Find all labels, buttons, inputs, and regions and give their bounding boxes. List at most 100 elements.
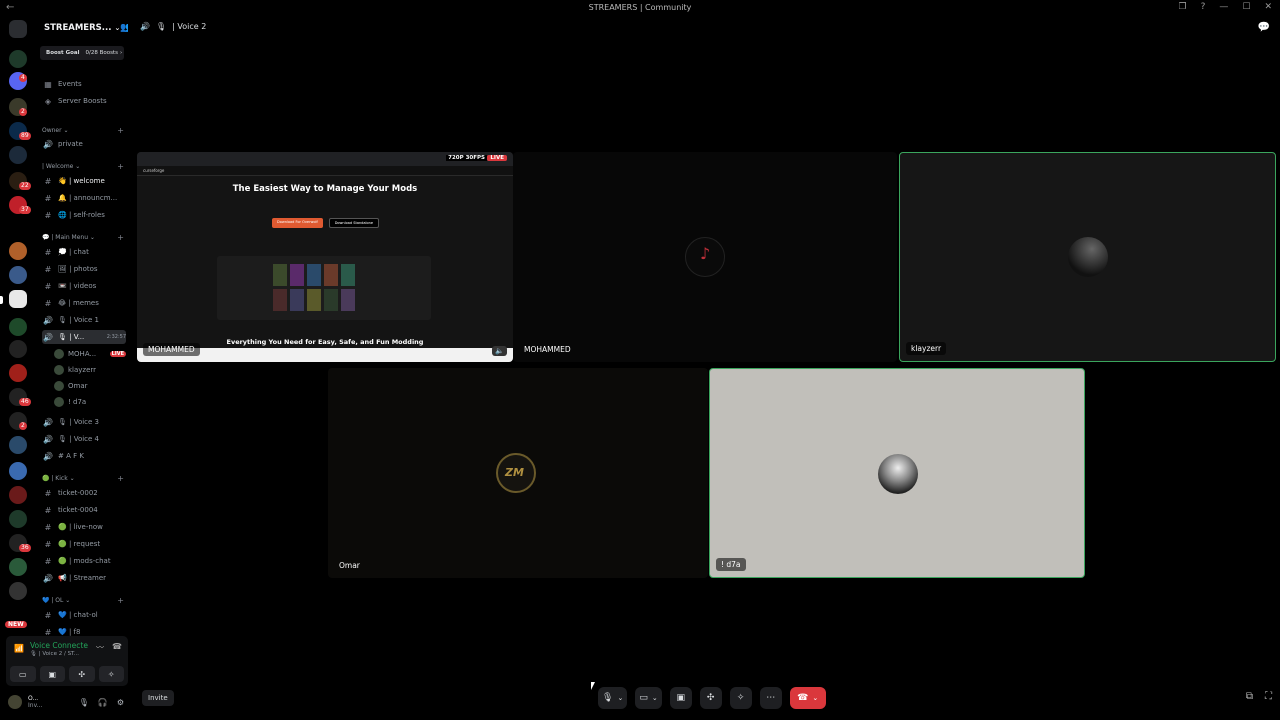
channel-category[interactable]: 💙 | OL ⌄ + <box>42 593 126 607</box>
invite-button[interactable]: Invite <box>142 690 174 706</box>
add-channel-icon[interactable]: + <box>117 162 124 171</box>
user-info[interactable]: O... Inv... <box>28 695 42 709</box>
channel-row[interactable]: # ticket-0004 <box>42 503 126 517</box>
boost-goal-bar[interactable]: Boost Goal 0/28 Boosts › <box>40 46 124 60</box>
channel-row[interactable]: # ticket-0002 <box>42 486 126 500</box>
server-icon[interactable] <box>9 510 27 528</box>
add-channel-icon[interactable]: + <box>117 596 124 605</box>
participant-tile[interactable]: ! d7a <box>709 368 1085 578</box>
headphones-icon[interactable]: 🎧 <box>98 698 108 707</box>
popout-icon[interactable]: ⧉ <box>1246 691 1253 702</box>
channel-category[interactable]: Owner ⌄ + <box>42 123 126 137</box>
server-header[interactable]: STREAMERS... ⌄ 👥 <box>36 16 128 40</box>
add-channel-icon[interactable]: + <box>117 233 124 242</box>
channel-row[interactable]: 🔊 🎙 | Voice 1 <box>42 313 126 327</box>
more-options-button[interactable]: ⋯ <box>759 687 782 709</box>
microphone-icon[interactable]: 🎙 <box>79 698 89 707</box>
screen-share-button[interactable]: ▣ <box>669 687 692 709</box>
live-badge: LIVE <box>487 155 507 161</box>
camera-toggle-button[interactable]: ▭ <box>10 666 36 682</box>
channel-row[interactable]: # 👋 | welcome <box>42 174 126 188</box>
voice-user-row[interactable]: MOHA... LIVE <box>42 347 126 361</box>
maximize-button[interactable]: ☐ <box>1242 2 1250 12</box>
screen-share-button[interactable]: ▣ <box>39 666 65 682</box>
avatar <box>54 365 64 375</box>
avatar[interactable] <box>8 695 22 709</box>
server-icon[interactable] <box>9 318 27 336</box>
chevron-up-icon: ⌄ <box>617 694 624 702</box>
close-button[interactable]: ✕ <box>1264 2 1272 12</box>
server-icon[interactable] <box>9 50 27 68</box>
channel-row[interactable]: 🔊 🎙 | V... 2:32:57 <box>42 330 126 344</box>
channel-category[interactable]: 💬 | Main Menu ⌄ + <box>42 230 126 244</box>
server-icon[interactable] <box>9 582 27 600</box>
mouse-cursor <box>591 682 595 690</box>
hash-icon: # <box>44 539 52 549</box>
channel-row[interactable]: # 💙 | f8 <box>42 625 126 637</box>
participant-tile[interactable]: ZM Omar <box>328 368 708 578</box>
server-icon[interactable] <box>9 462 27 480</box>
add-channel-icon[interactable]: + <box>117 474 124 483</box>
boost-goal-label: Boost Goal <box>46 50 80 56</box>
server-icon[interactable] <box>9 436 27 454</box>
channel-category[interactable]: 🟢 | Kick ⌄ + <box>42 471 126 485</box>
minimize-button[interactable]: — <box>1219 2 1228 12</box>
channel-row[interactable]: # 💙 | chat-ol <box>42 608 126 622</box>
channel-row[interactable]: # 🟢 | live-now <box>42 520 126 534</box>
voice-user-row[interactable]: ! d7a <box>42 395 126 409</box>
hash-icon: # <box>44 264 52 274</box>
activities-button[interactable]: ✣ <box>699 687 722 709</box>
soundboard-button[interactable]: ✧ <box>98 666 124 682</box>
channel-row[interactable]: 🔊 private <box>42 137 126 151</box>
discord-home-icon[interactable] <box>9 20 27 38</box>
voice-channel-link[interactable]: 🎙 | Voice 2 / ST... <box>30 651 79 657</box>
voice-user-row[interactable]: klayzerr <box>42 363 126 377</box>
activities-button[interactable]: ✣ <box>69 666 95 682</box>
help-icon[interactable]: ? <box>1201 2 1206 12</box>
avatar-logo-icon: ZM <box>505 466 524 479</box>
channel-row[interactable]: # 🖼 | photos <box>42 262 126 276</box>
server-icon[interactable] <box>9 364 27 382</box>
channel-row[interactable]: # 🟢 | request <box>42 537 126 551</box>
screenshare-tile[interactable]: curseforge 720P 30FPS LIVE The Easiest W… <box>137 152 513 362</box>
participant-tile[interactable]: ♪ MOHAMMED <box>513 152 897 362</box>
channel-row[interactable]: # 😂 | memes <box>42 296 126 310</box>
disconnect-button[interactable]: ☎ ⌄ <box>789 687 826 709</box>
server-icon[interactable] <box>9 266 27 284</box>
server-icon[interactable] <box>9 290 27 308</box>
gear-icon[interactable]: ⚙ <box>117 698 124 707</box>
inbox-icon[interactable]: ❐ <box>1179 2 1187 12</box>
server-icon[interactable] <box>9 340 27 358</box>
channel-row[interactable]: 🔊 🎙 | Voice 4 <box>42 432 126 446</box>
channel-category[interactable]: | Welcome ⌄ + <box>42 159 126 173</box>
channel-row[interactable]: ◈ Server Boosts <box>42 94 126 108</box>
server-icon[interactable] <box>9 558 27 576</box>
disconnect-icon[interactable]: ☎ <box>112 642 122 653</box>
channel-row[interactable]: # 🟢 | mods-chat <box>42 554 126 568</box>
camera-button[interactable]: ▭ ⌄ <box>635 687 662 709</box>
channel-row[interactable]: # 🔔 | announcm... <box>42 191 126 205</box>
server-icon[interactable] <box>9 146 27 164</box>
noise-suppression-icon[interactable]: 〰 <box>96 642 104 653</box>
channel-row[interactable]: 🔊 📢 | Streamer <box>42 571 126 585</box>
add-channel-icon[interactable]: + <box>117 126 124 135</box>
chat-bubble-icon[interactable]: 💬 <box>1258 22 1270 33</box>
voice-status[interactable]: Voice Connecte <box>30 641 88 650</box>
soundboard-button[interactable]: ✧ <box>729 687 752 709</box>
channel-row[interactable]: 🔊 # A F K <box>42 449 126 463</box>
participant-tile[interactable]: klayzerr <box>899 152 1276 362</box>
channel-row[interactable]: # 🌐 | self-roles <box>42 208 126 222</box>
microphone-button[interactable]: 🎙 ⌄ <box>598 687 628 709</box>
channel-row[interactable]: # 💭 | chat <box>42 245 126 259</box>
server-icon[interactable] <box>9 242 27 260</box>
invite-people-icon[interactable]: 👥 <box>120 23 128 33</box>
voice-user-row[interactable]: Omar <box>42 379 126 393</box>
volume-icon[interactable]: 🔈 <box>492 346 507 356</box>
fullscreen-icon[interactable]: ⛶ <box>1265 691 1272 702</box>
chevron-up-icon: ⌄ <box>651 694 658 702</box>
channel-row[interactable]: 🔊 🎙 | Voice 3 <box>42 415 126 429</box>
channel-row[interactable]: ▦ Events <box>42 77 126 91</box>
channel-row[interactable]: # 📼 | videos <box>42 279 126 293</box>
server-icon[interactable] <box>9 486 27 504</box>
signal-icon[interactable]: 📶 <box>14 644 24 653</box>
